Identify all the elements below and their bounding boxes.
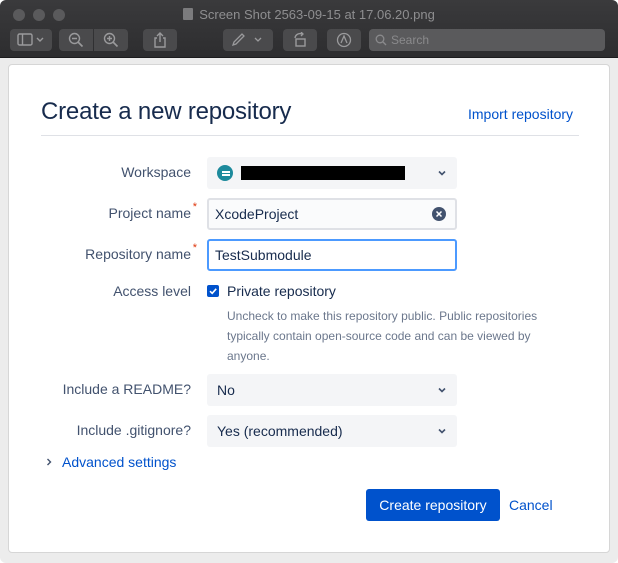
search-icon [375,34,387,46]
document-icon [183,8,194,20]
window-title: Screen Shot 2563-09-15 at 17.06.20.png [0,7,618,22]
gitignore-label: Include .gitignore? [76,422,191,438]
repository-name-label: Repository name * [85,242,197,262]
workspace-label: Workspace [121,164,191,180]
zoom-in-icon [103,32,119,48]
gitignore-value: Yes (recommended) [217,423,343,439]
search-input[interactable] [391,33,591,47]
preview-window: Screen Shot 2563-09-15 at 17.06.20.png C… [0,0,618,563]
chevron-down-icon [438,428,446,434]
private-repository-checkbox[interactable] [207,285,219,297]
search-field[interactable] [369,29,605,51]
project-name-field[interactable] [207,198,457,230]
readme-value: No [217,382,235,398]
private-repository-label: Private repository [227,283,336,299]
markup-icon [231,33,262,47]
required-marker: * [192,201,197,213]
workspace-avatar-icon [217,165,233,181]
repository-name-field[interactable] [207,239,457,271]
checkmark-icon [209,288,217,295]
private-repository-option[interactable]: Private repository [207,283,336,299]
share-button[interactable] [143,29,177,51]
dialog-title: Create a new repository [41,98,292,125]
share-icon [154,32,166,48]
markup-button[interactable] [223,29,273,51]
zoom-in-button[interactable] [94,29,128,51]
required-marker: * [192,242,197,254]
chevron-right-icon [47,458,52,466]
create-repository-button[interactable]: Create repository [366,489,500,521]
cancel-button[interactable]: Cancel [509,497,553,513]
zoom-out-icon [68,32,84,48]
advanced-settings-toggle[interactable]: Advanced settings [45,454,176,470]
close-icon [435,210,443,218]
import-repository-link[interactable]: Import repository [468,106,573,122]
annotate-icon [336,32,352,48]
project-name-label: Project name * [108,201,197,221]
divider [41,135,579,136]
gitignore-select[interactable]: Yes (recommended) [207,415,457,447]
chevron-down-icon [438,170,446,176]
access-level-label: Access level [113,283,191,299]
advanced-settings-label: Advanced settings [62,454,177,470]
redacted-workspace-name [241,166,405,180]
chevron-down-icon [438,387,446,393]
repository-name-label-text: Repository name [85,246,191,262]
project-name-label-text: Project name [108,205,191,221]
rotate-icon [294,32,306,47]
private-repository-help: Uncheck to make this repository public. … [227,309,538,363]
readme-select[interactable]: No [207,374,457,406]
window-title-text: Screen Shot 2563-09-15 at 17.06.20.png [199,7,435,22]
clear-icon[interactable] [432,207,446,221]
dialog-container: Create a new repository Import repositor… [8,64,610,553]
sidebar-toggle-button[interactable] [10,29,52,51]
repository-name-input[interactable] [215,247,425,263]
workspace-value [217,165,405,181]
project-name-input[interactable] [215,206,425,222]
readme-label: Include a README? [62,381,191,397]
titlebar: Screen Shot 2563-09-15 at 17.06.20.png [0,0,618,58]
rotate-button[interactable] [283,29,317,51]
sidebar-icon [17,33,44,46]
workspace-select[interactable] [207,157,457,189]
annotate-button[interactable] [327,29,361,51]
zoom-out-button[interactable] [59,29,93,51]
